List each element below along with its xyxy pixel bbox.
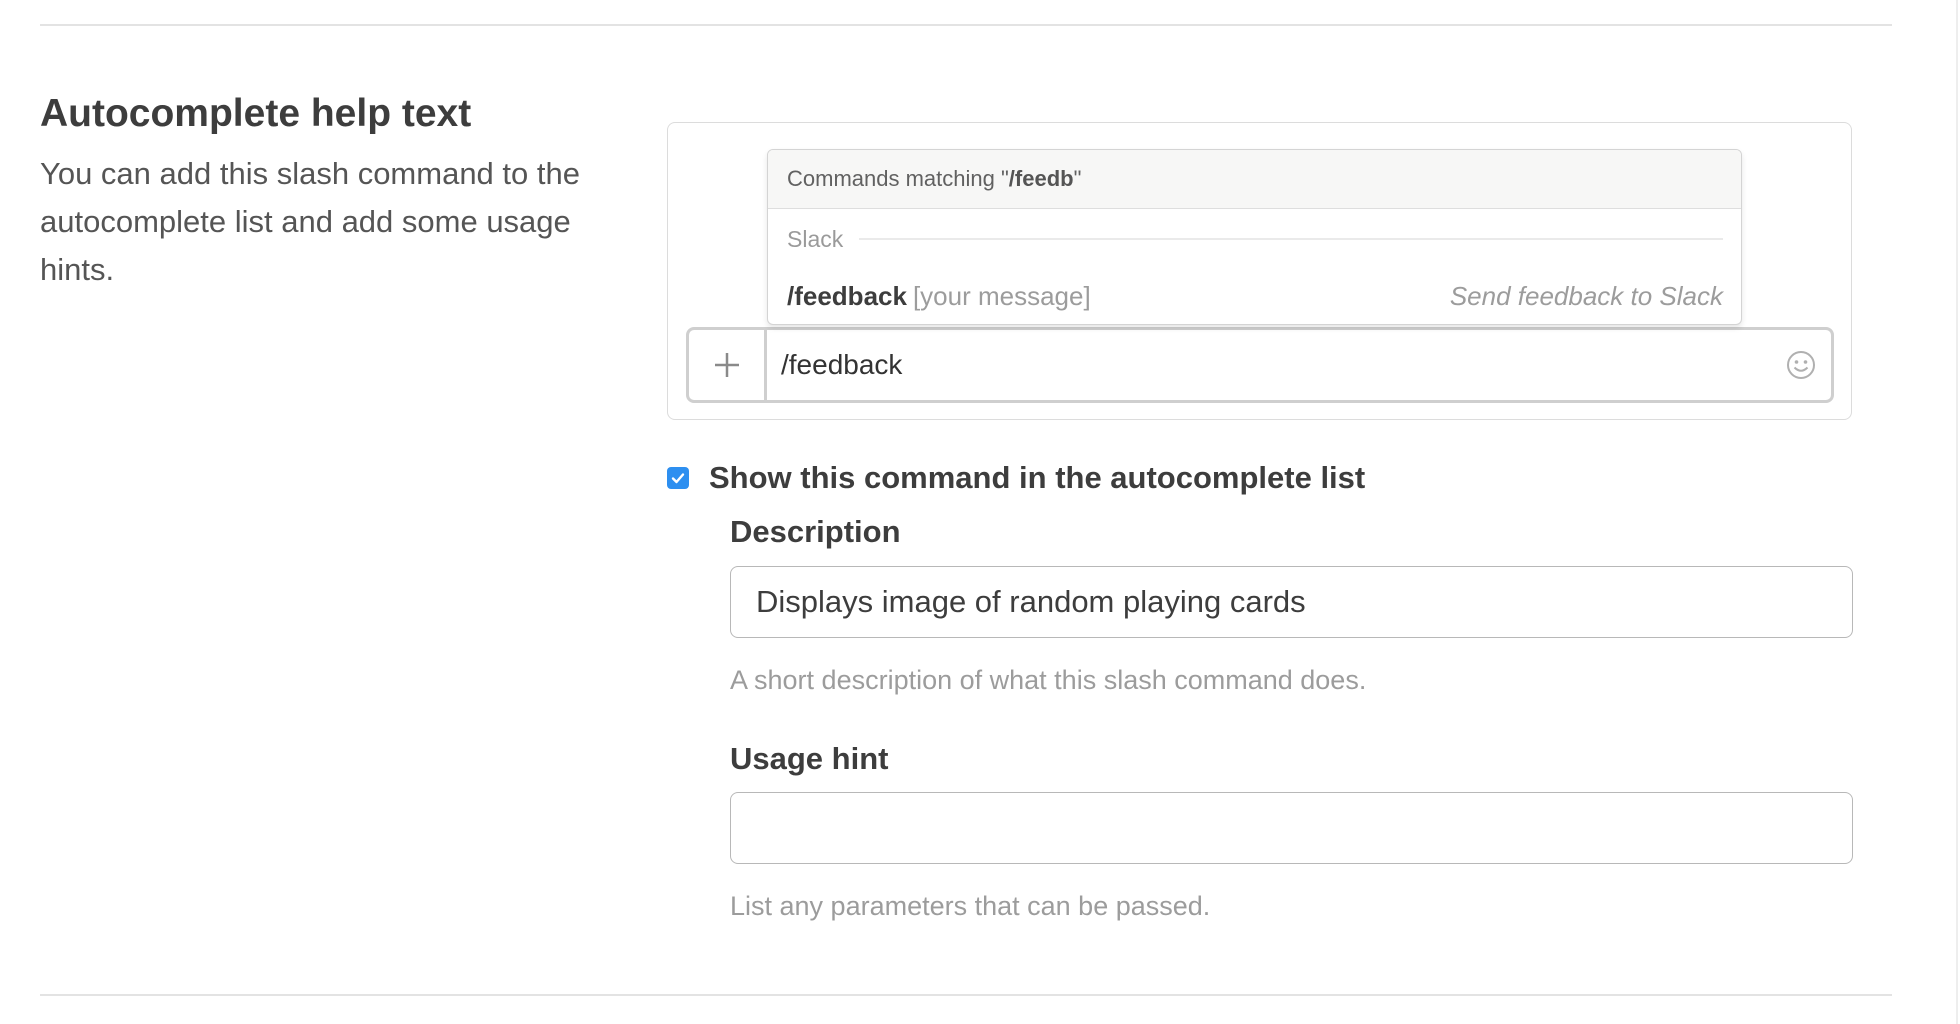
- usage-hint-input[interactable]: [730, 792, 1853, 864]
- section-description: You can add this slash command to the au…: [40, 156, 580, 287]
- autocomplete-group-header: Slack: [768, 209, 1741, 269]
- section-intro: Autocomplete help text You can add this …: [40, 92, 640, 294]
- bottom-divider: [40, 994, 1892, 996]
- header-query: /feedb: [1008, 166, 1074, 191]
- header-prefix: Commands matching ": [787, 166, 1009, 191]
- usage-hint-label: Usage hint: [730, 741, 889, 776]
- description-label: Description: [730, 514, 901, 549]
- checkmark-icon: [671, 473, 685, 484]
- autocomplete-item-feedback[interactable]: /feedback [your message] Send feedback t…: [768, 269, 1741, 323]
- description-input[interactable]: [730, 566, 1853, 638]
- top-divider: [40, 24, 1892, 26]
- plus-icon: [714, 353, 739, 377]
- section-title: Autocomplete help text: [40, 92, 472, 135]
- item-command: /feedback: [787, 280, 907, 311]
- item-usage-hint: [your message]: [912, 280, 1091, 311]
- header-suffix: ": [1073, 166, 1082, 191]
- message-text[interactable]: /feedback: [767, 330, 1771, 400]
- autocomplete-popup-header: Commands matching "/feedb ": [768, 150, 1741, 209]
- scrollbar-track[interactable]: [1956, 0, 1958, 1024]
- emoji-button[interactable]: [1771, 330, 1831, 400]
- autocomplete-checkbox[interactable]: [667, 467, 689, 489]
- attach-button[interactable]: [689, 330, 767, 400]
- smiley-icon: [1787, 351, 1815, 379]
- autocomplete-checkbox-label[interactable]: Show this command in the autocomplete li…: [709, 460, 1365, 496]
- autocomplete-popup: Commands matching "/feedb " Slack /feedba…: [767, 149, 1742, 325]
- group-divider: [859, 238, 1723, 240]
- description-help-text: A short description of what this slash c…: [730, 665, 1367, 695]
- usage-hint-help-text: List any parameters that can be passed.: [730, 891, 1211, 921]
- autocomplete-toggle-row: Show this command in the autocomplete li…: [667, 460, 1365, 496]
- item-description: Send feedback to Slack: [1449, 280, 1723, 311]
- group-label: Slack: [787, 225, 844, 252]
- message-input[interactable]: /feedback: [686, 327, 1834, 403]
